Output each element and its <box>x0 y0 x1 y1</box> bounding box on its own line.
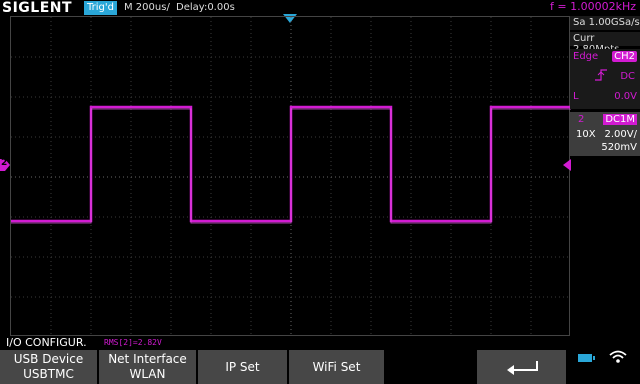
trigger-status-badge: Trig'd <box>84 1 117 15</box>
probe-ratio: 10X <box>576 129 596 140</box>
trigger-level-marker-icon[interactable] <box>563 159 571 171</box>
rms-measurement: RMS[2]=2.82V <box>104 338 162 347</box>
graticule <box>11 17 571 334</box>
return-button[interactable] <box>477 350 567 384</box>
channel-number: 2 <box>578 114 585 125</box>
softkey-net-interface-label: Net Interface <box>108 352 187 366</box>
trigger-level-label: L <box>573 91 579 102</box>
menu-title: I/O CONFIGUR. <box>6 336 87 349</box>
top-status-bar: SIGLENT Trig'd M 200us/ Delay:0.00s f = … <box>0 0 640 23</box>
trigger-panel[interactable]: Edge CH2 DC L 0.0V <box>570 49 640 109</box>
softkey-usb-device-value: USBTMC <box>23 367 74 381</box>
trigger-level-value: 0.0V <box>614 91 637 102</box>
trigger-source-badge: CH2 <box>612 51 637 62</box>
ch2-ground-marker-label: 2 <box>1 158 8 168</box>
brand-logo: SIGLENT <box>2 0 73 16</box>
softkey-usb-device-label: USB Device <box>13 352 84 366</box>
softkey-wifi-set-label: WiFi Set <box>312 360 361 374</box>
softkey-usb-device[interactable]: USB Device USBTMC <box>0 350 98 384</box>
vertical-offset: 520mV <box>601 142 637 153</box>
softkey-ip-set-label: IP Set <box>225 360 260 374</box>
trigger-coupling: DC <box>620 71 635 82</box>
wifi-icon <box>609 350 627 363</box>
softkey-wifi-set[interactable]: WiFi Set <box>289 350 385 384</box>
delay-readout[interactable]: Delay:0.00s <box>176 2 235 13</box>
channel-coupling-badge: DC1M <box>603 114 637 125</box>
softkey-net-interface-value: WLAN <box>129 367 166 381</box>
sample-rate-row: Sa 1.00GSa/s <box>570 16 640 30</box>
memory-depth-row: Curr 2.80Mpts <box>570 32 640 55</box>
softkey-empty <box>386 350 476 384</box>
channel2-panel[interactable]: 2 DC1M 10X 2.00V/ 520mV <box>570 112 640 156</box>
trigger-type: Edge <box>573 51 599 62</box>
rising-edge-icon <box>595 69 607 81</box>
sample-rate: Sa 1.00GSa/s <box>573 17 640 28</box>
vertical-scale: 2.00V/ <box>604 129 637 140</box>
softkey-net-interface[interactable]: Net Interface WLAN <box>99 350 197 384</box>
battery-icon <box>578 354 595 362</box>
waveform-display[interactable] <box>10 16 571 336</box>
frequency-counter: f = 1.00002kHz <box>550 0 636 13</box>
softkey-ip-set[interactable]: IP Set <box>198 350 288 384</box>
timebase-readout[interactable]: M 200us/ <box>124 2 170 13</box>
return-arrow-icon <box>507 361 538 375</box>
